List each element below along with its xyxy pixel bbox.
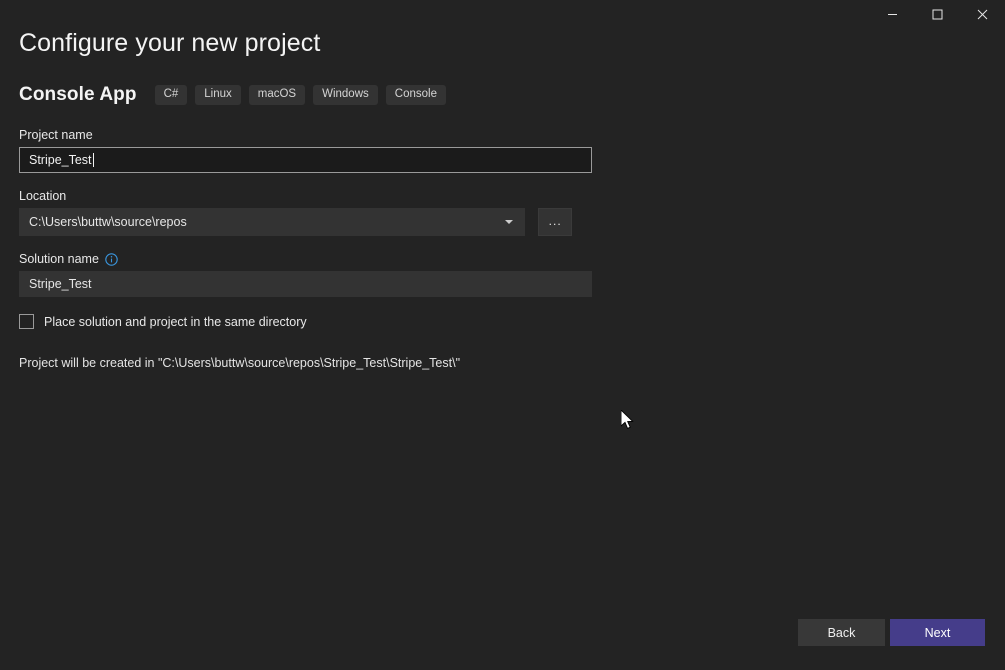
project-path-note: Project will be created in "C:\Users\but…: [19, 356, 461, 370]
title-bar: [0, 0, 1005, 28]
same-directory-checkbox[interactable]: [19, 314, 34, 329]
location-combobox[interactable]: C:\Users\buttw\source\repos: [19, 208, 526, 236]
maximize-button[interactable]: [915, 0, 960, 28]
close-button[interactable]: [960, 0, 1005, 28]
tag-chip-linux: Linux: [195, 84, 241, 106]
location-row: C:\Users\buttw\source\repos ...: [19, 208, 572, 236]
same-directory-label: Place solution and project in the same d…: [44, 314, 307, 329]
close-icon: [977, 9, 988, 20]
next-button[interactable]: Next: [890, 619, 985, 646]
minimize-button[interactable]: [870, 0, 915, 28]
project-name-value: Stripe_Test: [29, 153, 92, 167]
project-name-input[interactable]: Stripe_Test: [19, 147, 592, 173]
location-label: Location: [19, 189, 67, 203]
mouse-cursor: [620, 408, 635, 436]
chevron-down-icon: [505, 220, 514, 224]
template-name: Console App: [19, 84, 137, 105]
tag-chip-macos: macOS: [248, 84, 306, 106]
info-icon[interactable]: [105, 252, 118, 266]
tag-chip-windows: Windows: [313, 84, 378, 106]
project-template-summary: Console App C# Linux macOS Windows Conso…: [19, 84, 454, 106]
wizard-footer: Back Next: [798, 619, 985, 646]
maximize-icon: [932, 9, 943, 20]
tag-chip-console: Console: [385, 84, 446, 106]
solution-name-value: Stripe_Test: [29, 277, 92, 291]
page-title: Configure your new project: [19, 29, 321, 57]
project-name-label: Project name: [19, 128, 93, 142]
text-caret: [92, 153, 94, 167]
browse-location-button[interactable]: ...: [538, 208, 572, 236]
solution-name-input[interactable]: Stripe_Test: [19, 271, 592, 297]
solution-name-label: Solution name: [19, 252, 572, 266]
location-value: C:\Users\buttw\source\repos: [29, 215, 187, 229]
minimize-icon: [887, 9, 898, 20]
configure-project-form: Project name Stripe_Test Location C:\Use…: [19, 128, 592, 370]
tag-chip-language: C#: [154, 84, 188, 106]
back-button[interactable]: Back: [798, 619, 885, 646]
same-directory-row[interactable]: Place solution and project in the same d…: [19, 314, 572, 329]
solution-name-label-text: Solution name: [19, 252, 99, 266]
